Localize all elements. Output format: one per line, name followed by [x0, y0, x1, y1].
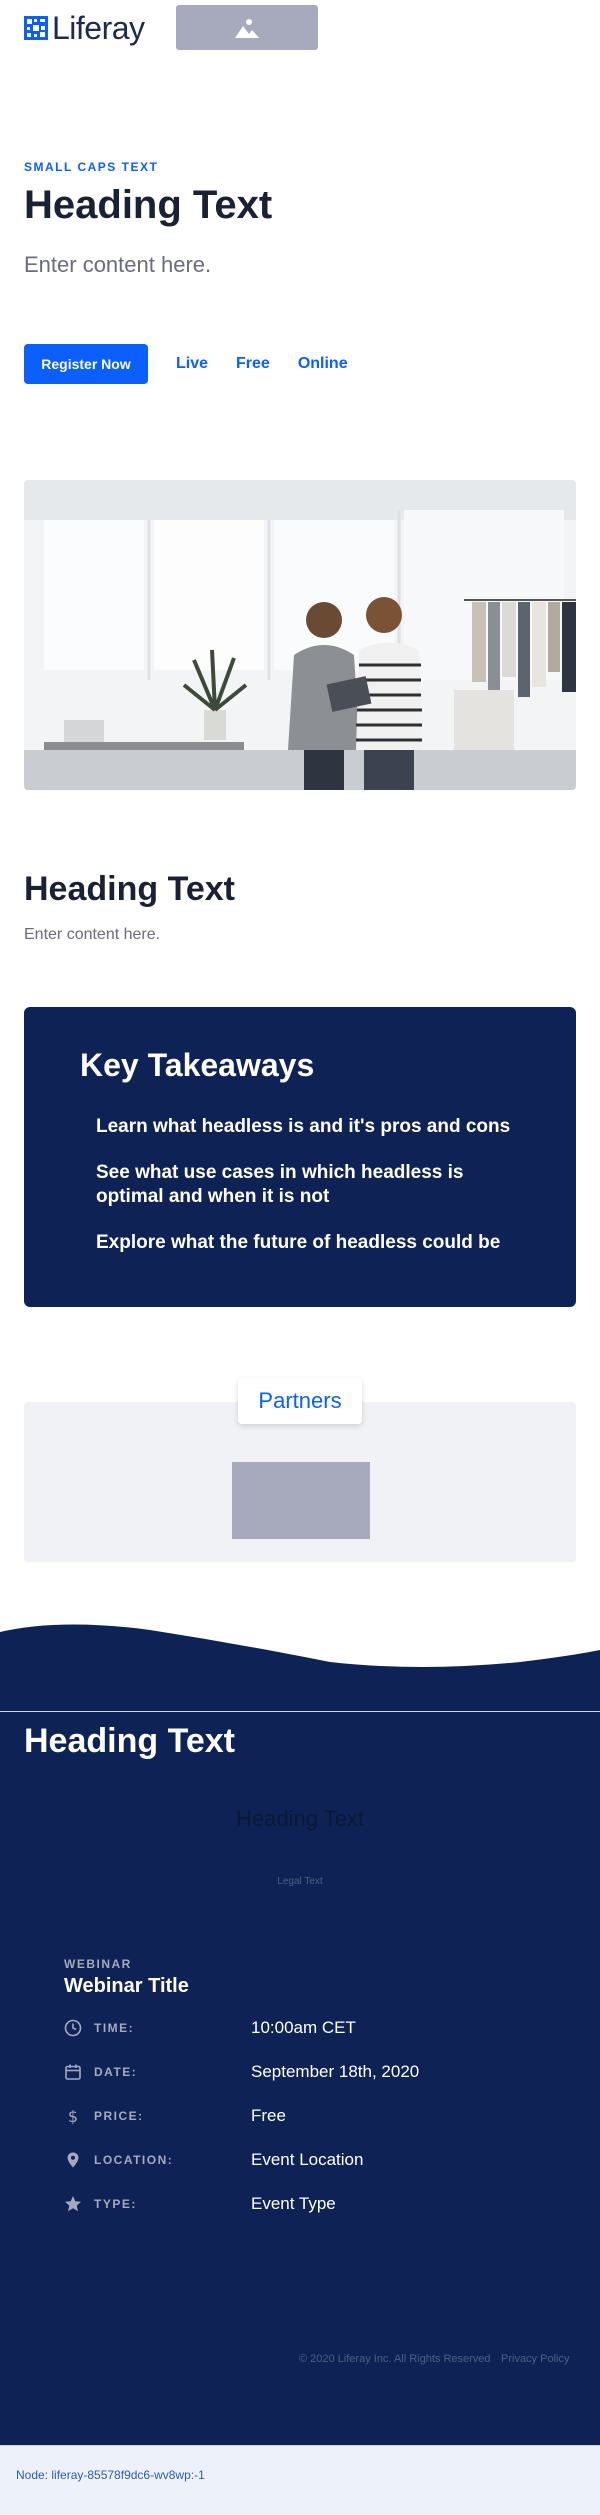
detail-date: DATE: September 18th, 2020	[64, 2060, 544, 2084]
detail-location: LOCATION: Event Location	[64, 2148, 544, 2172]
webinar-eyebrow: WEBINAR	[64, 1957, 132, 1971]
list-item: See what use cases in which headless is …	[96, 1162, 464, 1207]
detail-label: PRICE:	[94, 2109, 144, 2123]
detail-value: Event Type	[251, 2194, 336, 2213]
free-link[interactable]: Free	[236, 355, 270, 373]
partners-tab: Partners	[238, 1378, 362, 1424]
cta-row: Register Now Live Free Online	[24, 344, 348, 384]
footer-title: Heading Text	[24, 1722, 235, 1760]
section-body: Enter content here.	[24, 926, 161, 943]
star-icon	[65, 2196, 81, 2212]
detail-time: TIME: 10:00am CET	[64, 2016, 544, 2040]
hero-title: Heading Text	[24, 183, 273, 227]
key-takeaways-card: Key Takeaways Learn what headless is and…	[24, 1007, 576, 1307]
detail-label: TIME:	[94, 2021, 135, 2035]
logo-text: Liferay	[52, 10, 145, 46]
node-info-bar: Node: liferay-85578f9dc6-wv8wp:-1	[0, 2445, 600, 2515]
list-item: Explore what the future of headless coul…	[96, 1232, 501, 1253]
header-image-placeholder	[176, 5, 318, 50]
detail-value: September 18th, 2020	[251, 2062, 420, 2081]
liferay-logo-icon	[24, 16, 48, 40]
footer-secondary-title: Heading Text	[235, 1806, 364, 1831]
svg-text:$: $	[68, 2107, 78, 2125]
detail-value: 10:00am CET	[251, 2018, 356, 2037]
map-pin-icon	[67, 2152, 79, 2168]
section-title: Heading Text	[24, 870, 235, 908]
register-now-button[interactable]: Register Now	[24, 344, 148, 384]
online-link[interactable]: Online	[298, 355, 348, 373]
detail-price: $ PRICE: Free	[64, 2104, 544, 2128]
detail-label: TYPE:	[94, 2197, 137, 2211]
webinar-title: Webinar Title	[64, 1975, 189, 1997]
detail-type: TYPE: Event Type	[64, 2192, 544, 2216]
webinar-header: WEBINAR Webinar Title	[64, 1957, 544, 1998]
node-info-text: Node: liferay-85578f9dc6-wv8wp:-1	[16, 2468, 205, 2482]
key-takeaways-title: Key Takeaways	[80, 1047, 315, 1083]
detail-value: Free	[251, 2106, 286, 2125]
divider	[0, 1711, 600, 1712]
legal-text: Legal Text	[277, 1876, 323, 1887]
hero-body: Enter content here.	[24, 252, 212, 277]
clock-icon	[64, 2019, 82, 2037]
detail-value: Event Location	[251, 2150, 364, 2169]
detail-label: LOCATION:	[94, 2153, 174, 2167]
hero-eyebrow: SMALL CAPS TEXT	[24, 160, 159, 174]
calendar-icon	[65, 2064, 81, 2080]
list-item: Learn what headless is and it's pros and…	[96, 1116, 511, 1137]
site-header: Liferay	[0, 0, 600, 56]
key-takeaways-list: Learn what headless is and it's pros and…	[96, 1115, 536, 1277]
image-placeholder-icon	[235, 18, 259, 38]
partner-logo-placeholder	[232, 1462, 370, 1539]
privacy-policy-link[interactable]: Privacy Policy	[501, 2353, 569, 2365]
copyright-text: © 2020 Liferay Inc. All Rights Reserved	[299, 2353, 491, 2365]
detail-label: DATE:	[94, 2065, 138, 2079]
dollar-icon: $	[68, 2107, 78, 2125]
footer-section	[0, 1670, 600, 2445]
liferay-logo[interactable]: Liferay	[24, 10, 145, 46]
live-link[interactable]: Live	[176, 355, 208, 373]
hero-photo	[24, 480, 576, 790]
